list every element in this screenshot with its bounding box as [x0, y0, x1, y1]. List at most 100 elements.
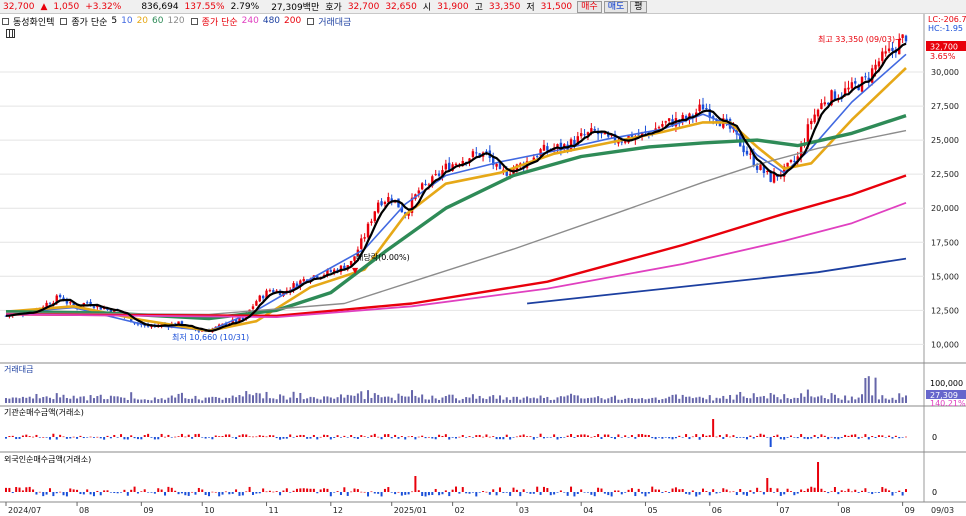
- foreign-bar: [637, 488, 640, 492]
- institution-bar: [373, 433, 376, 437]
- institution-bar: [79, 435, 82, 437]
- institution-bar: [861, 436, 864, 438]
- amount-bar: [586, 398, 589, 403]
- foreign-bar: [857, 492, 860, 493]
- amount-bar: [729, 395, 732, 403]
- institution-bar: [468, 436, 471, 437]
- amount-bar: [647, 398, 650, 403]
- institution-bar: [411, 436, 414, 437]
- up-candle: [268, 290, 272, 292]
- amount-bar: [208, 397, 211, 403]
- institution-bar: [695, 434, 698, 437]
- amount-bar: [96, 396, 99, 403]
- foreign-bar: [167, 486, 170, 492]
- amount-bar: [431, 395, 434, 403]
- amount-bar: [336, 397, 339, 403]
- amount-bar: [536, 398, 539, 403]
- foreign-bar: [92, 492, 95, 497]
- up-candle: [542, 144, 546, 151]
- foreign-bar: [170, 487, 173, 492]
- foreign-bar: [526, 492, 529, 493]
- institution-bar: [191, 437, 194, 439]
- institution-bar: [245, 434, 248, 437]
- amount-bar: [106, 399, 109, 403]
- foreign-bar: [373, 492, 376, 494]
- institution-bar: [749, 435, 752, 437]
- foreign-bar: [32, 489, 35, 492]
- amount-bar: [857, 397, 860, 403]
- foreign-bar: [312, 488, 315, 492]
- amount-bar: [661, 399, 664, 403]
- foreign-bar: [424, 492, 427, 497]
- amount-bar: [441, 397, 444, 403]
- foreign-bar: [485, 491, 488, 493]
- foreign-bar: [214, 491, 217, 493]
- foreign-bar: [106, 490, 109, 492]
- amount-bar: [194, 395, 197, 403]
- stock-chart[interactable]: 30,000 27,500 25,000 22,500 20,000 17,500 15,0…: [0, 0, 966, 516]
- foreign-bar: [191, 491, 194, 493]
- up-candle: [366, 223, 370, 238]
- amount-bar: [864, 378, 867, 403]
- amount-bar: [844, 395, 847, 403]
- institution-bar: [455, 437, 457, 439]
- foreign-bar: [228, 492, 231, 495]
- amount-bar: [302, 399, 305, 403]
- up-candle: [881, 51, 884, 61]
- amount-bar: [651, 397, 654, 403]
- institution-bars: [5, 419, 907, 447]
- foreign-bar: [103, 490, 106, 492]
- foreign-bar: [126, 492, 129, 496]
- institution-bar: [28, 436, 31, 437]
- date-axis: 2024/07 08 09 10 11 12 2025/01 02 03 04 05 06 07 08 09…: [5, 502, 954, 515]
- foreign-bar: [72, 489, 75, 492]
- up-candle: [471, 151, 475, 157]
- foreign-bar: [614, 490, 617, 492]
- last-change-label: 3.65%: [930, 52, 956, 61]
- institution-bar: [789, 435, 792, 437]
- institution-bar: [356, 437, 359, 439]
- institution-bar: [519, 435, 522, 437]
- institution-bar: [465, 437, 468, 438]
- foreign-bar: [850, 491, 853, 493]
- institution-bar: [539, 433, 542, 437]
- up-candle: [376, 202, 380, 213]
- amount-bar: [417, 397, 420, 403]
- foreign-bar: [695, 492, 698, 497]
- foreign-bar: [800, 489, 803, 492]
- down-candle: [620, 141, 623, 143]
- amount-bar: [749, 398, 752, 403]
- amount-bar: [583, 398, 586, 403]
- institution-bar: [546, 437, 549, 438]
- amount-bar: [505, 397, 508, 403]
- foreign-bar: [725, 489, 728, 492]
- foreign-bar: [208, 492, 211, 497]
- institution-bar: [502, 437, 505, 440]
- amount-bar: [45, 396, 48, 403]
- institution-bar: [590, 436, 593, 438]
- institution-bar: [404, 437, 407, 440]
- institution-bar: [637, 434, 640, 437]
- up-candle: [813, 114, 816, 123]
- amount-bar: [850, 396, 853, 403]
- foreign-bar: [570, 486, 573, 492]
- amount-bar: [867, 376, 870, 403]
- foreign-bar: [76, 489, 79, 492]
- amount-bar: [813, 397, 816, 403]
- institution-bar: [678, 435, 681, 437]
- amount-bar: [414, 395, 417, 403]
- institution-bar: [715, 436, 718, 438]
- amount-bar: [708, 395, 711, 403]
- amount-bar: [312, 397, 315, 403]
- amount-bar: [35, 393, 38, 403]
- foreign-bar: [610, 492, 613, 497]
- foreign-bar: [556, 492, 559, 493]
- foreign-bar: [241, 492, 244, 496]
- amount-bar: [674, 394, 677, 403]
- foreign-bar: [197, 487, 200, 492]
- foreign-bar: [844, 491, 847, 492]
- foreign-bar: [823, 491, 826, 492]
- foreign-bar: [153, 492, 156, 494]
- ma480-line: [5, 201, 907, 318]
- institution-bar: [323, 434, 326, 437]
